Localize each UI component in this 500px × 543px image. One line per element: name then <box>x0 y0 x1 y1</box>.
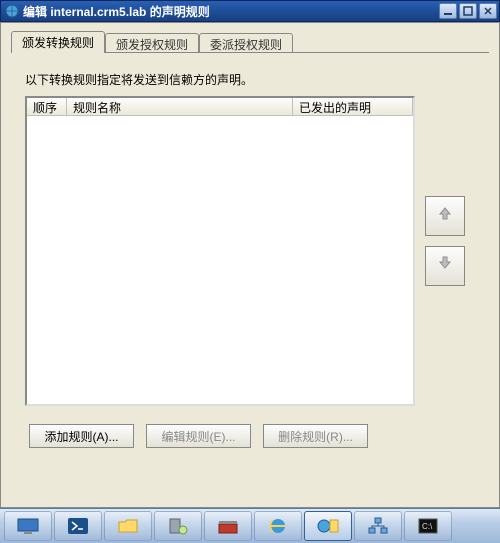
add-rule-button[interactable]: 添加规则(A)... <box>29 424 134 448</box>
tab-strip: 颁发转换规则 颁发授权规则 委派授权规则 <box>11 31 489 53</box>
tab-issuance-auth[interactable]: 颁发授权规则 <box>105 33 199 53</box>
taskbar-cmd[interactable]: C:\ <box>404 511 452 541</box>
ie-icon <box>266 516 290 536</box>
toolbox-icon <box>216 516 240 536</box>
column-issued-claims[interactable]: 已发出的声明 <box>293 98 413 115</box>
delete-rule-button[interactable]: 删除规则(R)... <box>263 424 368 448</box>
taskbar-powershell[interactable] <box>54 511 102 541</box>
tab-delegation-auth[interactable]: 委派授权规则 <box>199 33 293 53</box>
folder-icon <box>116 516 140 536</box>
tab-issuance-transform[interactable]: 颁发转换规则 <box>11 31 105 53</box>
adfs-icon <box>316 516 340 536</box>
app-icon <box>5 4 19 18</box>
taskbar-adfs[interactable] <box>304 511 352 541</box>
tab-label: 委派授权规则 <box>210 38 282 52</box>
column-headers: 顺序 规则名称 已发出的声明 <box>27 98 413 116</box>
server-icon <box>166 516 190 536</box>
close-button[interactable] <box>479 3 497 19</box>
window-title: 编辑 internal.crm5.lab 的声明规则 <box>23 3 210 20</box>
taskbar-show-desktop[interactable] <box>4 511 52 541</box>
column-rule-name[interactable]: 规则名称 <box>67 98 293 115</box>
taskbar-toolbox[interactable] <box>204 511 252 541</box>
svg-text:C:\: C:\ <box>422 522 433 531</box>
tab-label: 颁发转换规则 <box>22 36 94 50</box>
rules-list-body <box>27 116 413 404</box>
move-down-button[interactable] <box>425 246 465 286</box>
taskbar-network[interactable] <box>354 511 402 541</box>
arrow-down-icon <box>436 254 454 278</box>
taskbar: C:\ <box>0 508 500 543</box>
edit-rule-button[interactable]: 编辑规则(E)... <box>146 424 251 448</box>
panel-description: 以下转换规则指定将发送到信赖方的声明。 <box>25 71 481 88</box>
taskbar-internet-explorer[interactable] <box>254 511 302 541</box>
move-up-button[interactable] <box>425 196 465 236</box>
desktop-icon <box>16 516 40 536</box>
powershell-icon <box>66 516 90 536</box>
network-icon <box>366 516 390 536</box>
dialog-client-area: 颁发转换规则 颁发授权规则 委派授权规则 以下转换规则指定将发送到信赖方的声明。… <box>0 22 500 508</box>
maximize-button[interactable] <box>459 3 477 19</box>
taskbar-server-manager[interactable] <box>154 511 202 541</box>
tab-label: 颁发授权规则 <box>116 38 188 52</box>
minimize-button[interactable] <box>439 3 457 19</box>
arrow-up-icon <box>436 204 454 228</box>
window-titlebar: 编辑 internal.crm5.lab 的声明规则 <box>0 0 500 22</box>
cmd-icon: C:\ <box>416 516 440 536</box>
taskbar-explorer[interactable] <box>104 511 152 541</box>
column-order[interactable]: 顺序 <box>27 98 67 115</box>
rules-listview[interactable]: 顺序 规则名称 已发出的声明 <box>25 96 415 406</box>
tab-panel: 以下转换规则指定将发送到信赖方的声明。 顺序 规则名称 已发出的声明 <box>11 53 489 456</box>
